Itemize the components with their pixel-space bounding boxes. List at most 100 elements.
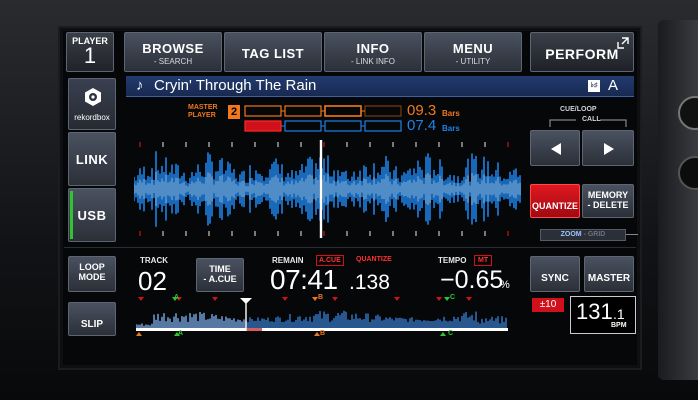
hot-cue-marker	[466, 297, 472, 301]
quantize-label: QUANTIZE	[532, 201, 578, 211]
usb-source-button[interactable]: USB	[68, 188, 116, 242]
hot-cue-marker	[282, 297, 288, 301]
hot-cue-marker	[212, 297, 218, 301]
cue-c-bottom-marker	[440, 332, 446, 336]
menu-sub-label: - UTILITY	[455, 57, 491, 66]
cue-marker-c-top: C	[450, 294, 456, 301]
bpm-decimal: .1	[613, 306, 625, 322]
player-indicator: PLAYER 1	[66, 32, 114, 72]
cue-marker-c-bottom: C	[448, 330, 454, 337]
triangle-left-icon	[551, 143, 561, 155]
remain-time: 07:41	[270, 264, 338, 295]
master-button-label: MASTER	[587, 273, 631, 284]
zoom-divider	[626, 234, 638, 235]
tempo-label: TEMPO	[438, 256, 467, 265]
time-sub-label: - A.CUE	[203, 274, 237, 284]
mt-badge: MT	[474, 255, 493, 266]
tag-list-label: TAG LIST	[241, 46, 305, 61]
loop-mode-button[interactable]: LOOP MODE	[68, 256, 116, 292]
cue-loop-header: CUE/LOOP	[560, 106, 597, 113]
loop-start-marker	[136, 332, 142, 336]
tempo-unit: %	[500, 279, 510, 291]
zoom-label: ZOOM	[560, 231, 582, 238]
sync-button[interactable]: SYNC	[530, 256, 580, 292]
menu-button[interactable]: MENU - UTILITY	[424, 32, 522, 72]
expand-icon	[617, 37, 629, 49]
memory-sub-label: - DELETE	[587, 200, 629, 210]
perform-button[interactable]: PERFORM	[530, 32, 634, 72]
cue-marker-b-bottom: B	[320, 330, 326, 337]
main-waveform[interactable]	[134, 140, 522, 238]
usb-label: USB	[77, 208, 107, 223]
track-title: Cryin' Through The Rain	[154, 77, 317, 94]
rekordbox-source-button[interactable]: rekordbox	[68, 78, 116, 130]
device-side-panel	[658, 20, 698, 380]
link-label: LINK	[75, 152, 109, 167]
tag-list-button[interactable]: TAG LIST	[224, 32, 322, 72]
call-label: CALL	[582, 116, 601, 123]
bars-top-unit: Bars	[442, 109, 460, 118]
remain-ms: .138	[349, 271, 390, 294]
rekordbox-label: rekordbox	[74, 113, 110, 122]
cue-marker-a-top: A	[174, 294, 180, 301]
browse-label: BROWSE	[142, 41, 204, 56]
beat-bars-bottom	[244, 120, 402, 132]
browse-sub-label: - SEARCH	[153, 57, 193, 66]
cue-call-next-button[interactable]	[582, 130, 634, 166]
quantize-button[interactable]: QUANTIZE	[530, 184, 580, 218]
player-label-small: PLAYER	[188, 112, 216, 119]
tempo-range-badge: ±10	[532, 298, 564, 312]
menu-label: MENU	[452, 41, 494, 56]
slip-button[interactable]: SLIP	[68, 302, 116, 336]
bpm-integer: 131	[576, 299, 613, 324]
device-knob[interactable]	[678, 96, 698, 130]
key-icon: ♭♯	[588, 80, 600, 92]
beat-bars-top	[244, 105, 402, 117]
hot-cue-marker	[138, 297, 144, 301]
master-player-number: 2	[228, 105, 240, 119]
loop-mode-label-2: MODE	[78, 272, 106, 282]
hot-cue-marker	[436, 297, 442, 301]
touch-screen: PLAYER 1 BROWSE - SEARCH TAG LIST INFO -…	[58, 26, 642, 370]
rekordbox-logo-icon	[85, 88, 101, 106]
cue-marker-a-bottom: A	[178, 330, 184, 337]
triangle-right-icon	[604, 143, 614, 155]
link-source-button[interactable]: LINK	[68, 132, 116, 186]
overview-playhead-marker	[240, 298, 252, 304]
master-button[interactable]: MASTER	[584, 256, 634, 292]
browse-button[interactable]: BROWSE - SEARCH	[124, 32, 222, 72]
time-label: TIME	[209, 264, 231, 274]
section-divider	[64, 247, 636, 248]
bpm-unit: BPM	[611, 322, 627, 329]
info-button[interactable]: INFO - LINK INFO	[324, 32, 422, 72]
zoom-grid-indicator[interactable]: ZOOM - GRID	[540, 229, 626, 241]
info-sub-label: - LINK INFO	[350, 57, 395, 66]
time-mode-button[interactable]: TIME - A.CUE	[196, 258, 244, 292]
info-label: INFO	[356, 41, 390, 56]
slip-label: SLIP	[80, 319, 104, 330]
bars-bottom-value: 07.4	[407, 117, 437, 134]
track-label: TRACK	[140, 256, 168, 265]
master-player-indicator: MASTER PLAYER 2	[188, 104, 248, 122]
bpm-display: 131 .1 BPM	[570, 296, 636, 334]
music-note-icon: ♪	[136, 77, 144, 94]
hot-cue-marker	[332, 297, 338, 301]
memory-label: MEMORY	[587, 190, 629, 200]
bars-bottom-unit: Bars	[442, 124, 460, 133]
device-knob-lower[interactable]	[678, 156, 698, 190]
hot-cue-marker	[394, 297, 400, 301]
progress-played-marker	[246, 328, 262, 331]
player-number: 1	[83, 43, 97, 68]
track-number: 02	[138, 266, 167, 296]
memory-delete-button[interactable]: MEMORY - DELETE	[582, 184, 634, 218]
track-key: A	[607, 77, 618, 94]
tempo-range: ±10	[539, 299, 557, 310]
master-label: MASTER	[188, 104, 218, 111]
track-title-bar: ♪ Cryin' Through The Rain ♭♯ A	[126, 76, 634, 97]
grid-label: - GRID	[583, 231, 606, 238]
cue-call-prev-button[interactable]	[530, 130, 580, 166]
usb-active-indicator	[70, 191, 73, 239]
loop-mode-label-1: LOOP	[79, 262, 105, 272]
quantize-badge: QUANTIZE	[356, 256, 392, 263]
tempo-value: −0.65	[440, 266, 504, 294]
